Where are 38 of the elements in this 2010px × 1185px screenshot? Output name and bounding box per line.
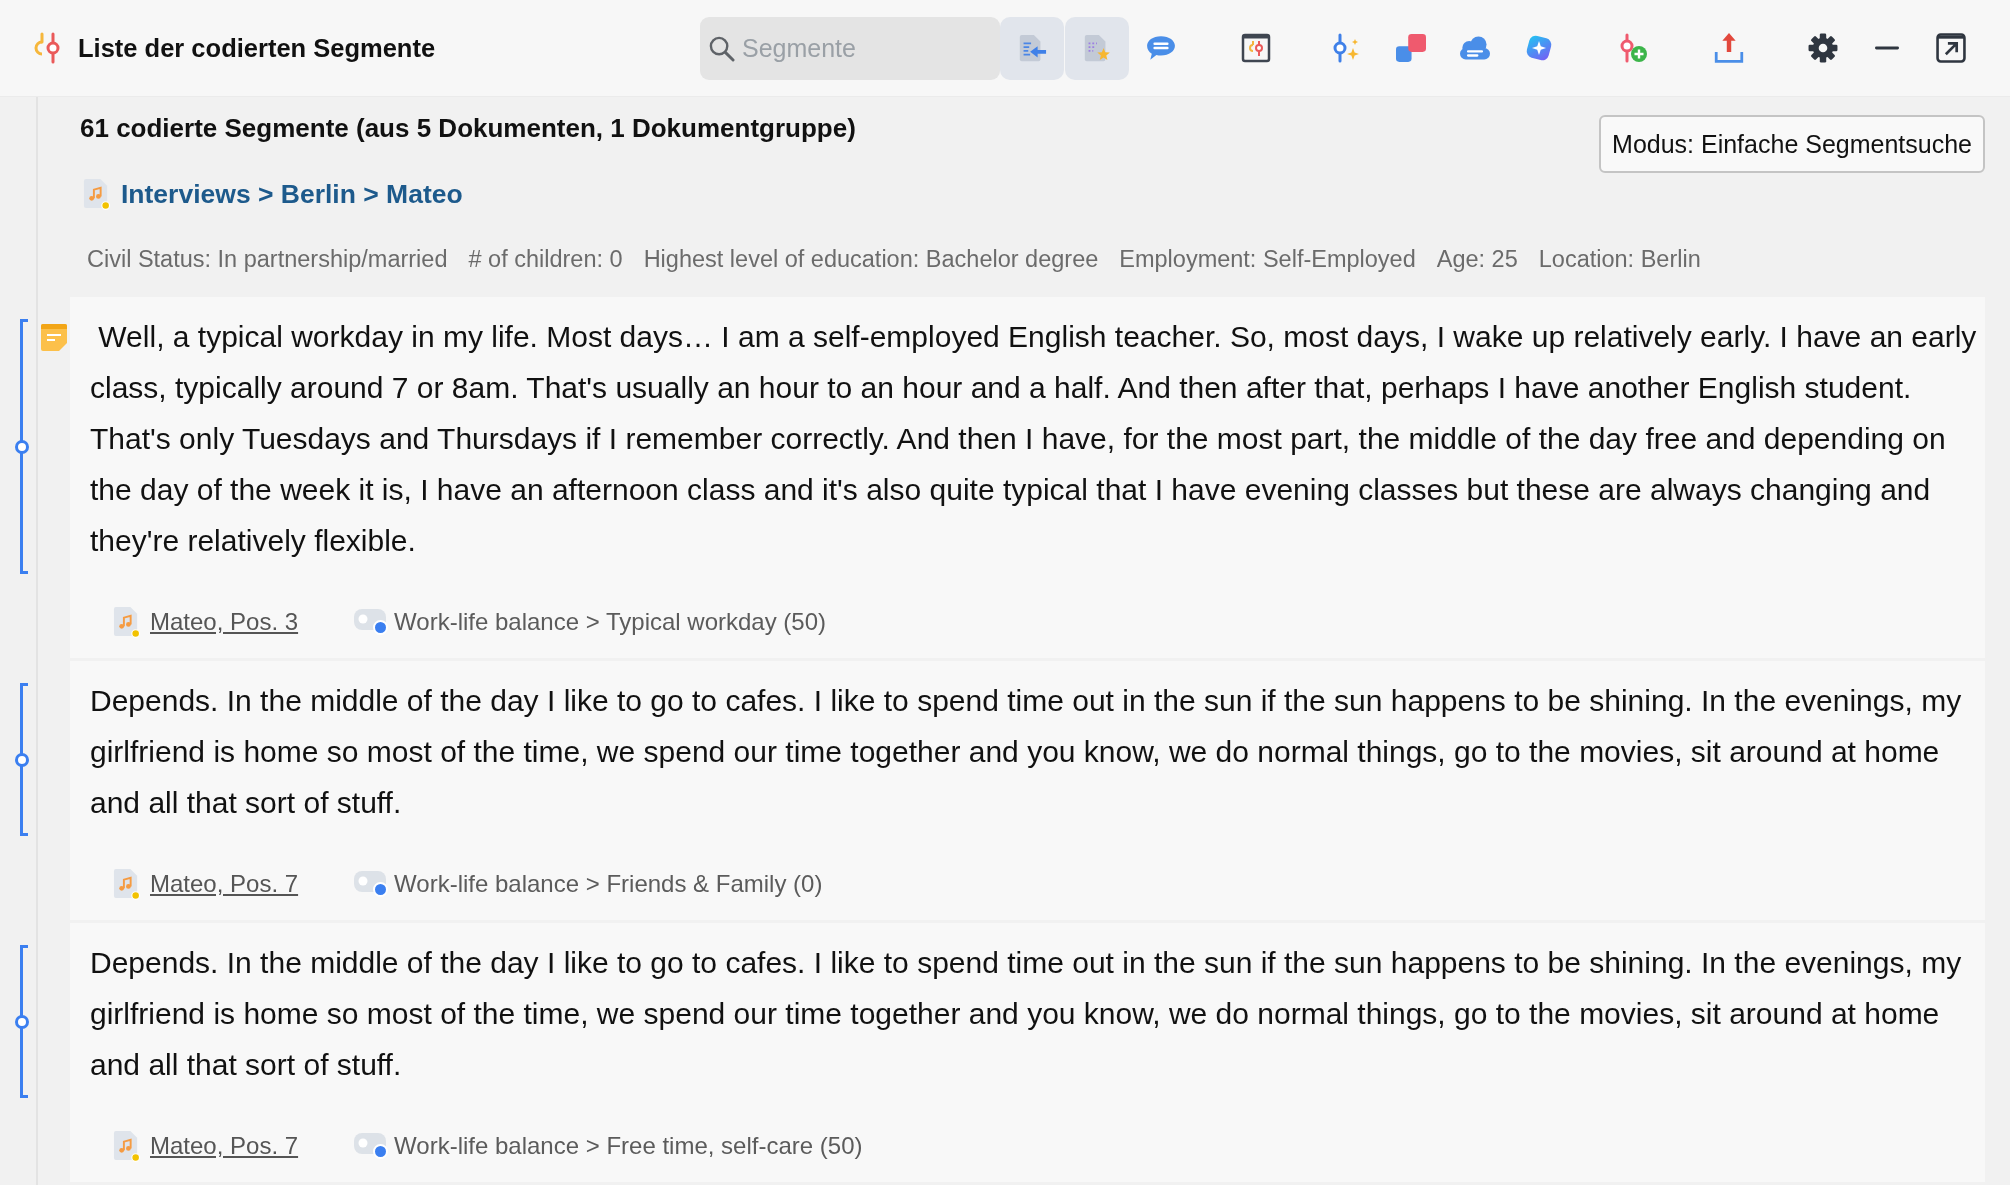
search-field[interactable]: Segmente xyxy=(700,16,1000,80)
minimize-icon xyxy=(1875,46,1899,50)
document-path[interactable]: Interviews > Berlin > Mateo xyxy=(121,178,463,210)
chat-bubble-icon xyxy=(1146,33,1176,63)
window-title: Liste der codierten Segmente xyxy=(78,33,436,63)
code-symbol-icon xyxy=(32,32,62,64)
upload-icon xyxy=(1714,33,1744,63)
attribute-text: # of children: 0 xyxy=(468,245,623,273)
segment-count-heading: 61 codierte Segmente (aus 5 Dokumenten, 1 Dokumentgruppe) xyxy=(80,112,857,145)
source-link[interactable]: Mateo, Pos. 3 xyxy=(150,608,299,636)
code-path: Work-life balance > Free time, self-care (50) xyxy=(394,1132,863,1160)
segment-text: Well, a typical workday in my life. Most days… I am a self-employed English teacher. So, most days, I wake up relatively early. I have an early class, typically around 7 or 8am. That's usually an hour to an hour and a half. And then after that, perhaps I have another English student. That's only Tuesdays and Thursdays if I remember correctly. And then I have, for the most part, the middle of the day free and depending on the day of the week it is, I have an afternoon class and it's also quite typical that I have evening classes but these are always changing and they're relatively flexible. xyxy=(90,319,1978,559)
segment-text: Depends. In the middle of the day I like to go to cafes. I like to spend time out in the sun if the sun happens to be shining. In the evenings, my girlfriend is home so most of the time, we spend our time together and you know, we do normal things, go to the movies, sit around at home and all that sort of stuff. xyxy=(90,683,1963,821)
source-link[interactable]: Mateo, Pos. 7 xyxy=(150,1132,299,1160)
document-arrow-icon xyxy=(1017,33,1047,63)
code-path: Work-life balance > Friends & Family (0) xyxy=(394,870,823,898)
audio-file-icon xyxy=(83,178,110,210)
cloud-icon xyxy=(1460,33,1490,63)
mode-button[interactable]: Modus: Einfache Segmentsuche xyxy=(1599,115,1985,173)
source-link[interactable]: Mateo, Pos. 7 xyxy=(150,870,299,898)
overlapping-squares-icon xyxy=(1396,33,1426,63)
memo-note-icon[interactable] xyxy=(40,323,68,351)
window-code-icon xyxy=(1241,33,1271,63)
audio-file-icon xyxy=(113,1130,140,1162)
attribute-text: Civil Status: In partnership/married xyxy=(87,245,448,273)
segment-text: Depends. In the middle of the day I like to go to cafes. I like to spend time out in the sun if the sun happens to be shining. In the evenings, my girlfriend is home so most of the time, we spend our time together and you know, we do normal things, go to the movies, sit around at home and all that sort of stuff. xyxy=(90,945,1963,1083)
audio-file-icon xyxy=(113,606,140,638)
code-path: Work-life balance > Typical workday (50) xyxy=(394,608,827,636)
attribute-text: Highest level of education: Bachelor degree xyxy=(643,245,1099,273)
code-plus-icon xyxy=(1619,33,1649,63)
attribute-text: Age: 25 xyxy=(1436,245,1518,273)
audio-file-icon xyxy=(113,868,140,900)
attribute-text: Location: Berlin xyxy=(1538,245,1701,273)
pop-out-icon xyxy=(1936,33,1966,63)
document-star-icon xyxy=(1082,33,1112,63)
search-icon xyxy=(708,34,735,62)
attribute-text: Employment: Self-Employed xyxy=(1119,245,1416,273)
settings-icon xyxy=(1808,33,1838,63)
